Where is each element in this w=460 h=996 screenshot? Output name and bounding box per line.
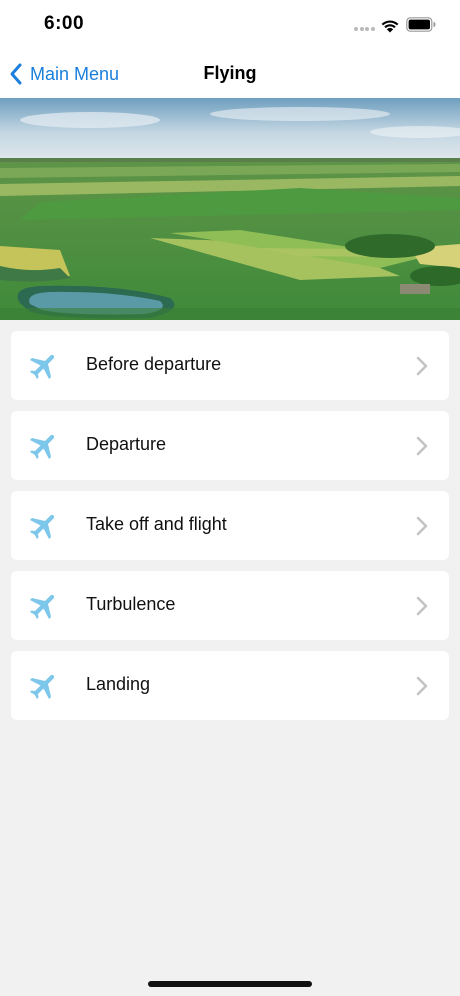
chevron-right-icon [416,356,428,376]
airplane-icon [29,354,55,380]
chevron-right-icon [416,516,428,536]
page-title: Flying [203,63,257,83]
airplane-icon [29,594,55,620]
menu-item-label: Take off and flight [86,514,227,534]
battery-icon [406,17,436,32]
status-time: 6:00 [44,13,85,34]
menu-item-turbulence[interactable]: Turbulence [11,571,449,640]
banner-image [0,98,460,320]
navigation-bar: Main Menu Flying [0,50,460,98]
chevron-right-icon [416,676,428,696]
menu-item-before-departure[interactable]: Before departure [11,331,449,400]
menu-item-label: Turbulence [86,594,176,614]
menu-item-landing[interactable]: Landing [11,651,449,720]
airplane-icon [29,514,55,540]
airplane-icon [29,434,55,460]
home-indicator[interactable] [148,981,312,987]
farmland-landscape-image [0,98,460,320]
chevron-right-icon [416,596,428,616]
wifi-icon [381,20,399,33]
menu-item-label: Departure [86,434,167,454]
cellular-signal-icon [354,27,376,33]
menu-item-label: Before departure [86,354,222,374]
menu-item-label: Landing [86,674,151,694]
airplane-icon [29,674,55,700]
chevron-right-icon [416,436,428,456]
menu-list: Before departure Departure Take off and … [11,331,449,731]
menu-item-departure[interactable]: Departure [11,411,449,480]
status-bar: 6:00 [0,0,460,50]
menu-item-take-off-and-flight[interactable]: Take off and flight [11,491,449,560]
